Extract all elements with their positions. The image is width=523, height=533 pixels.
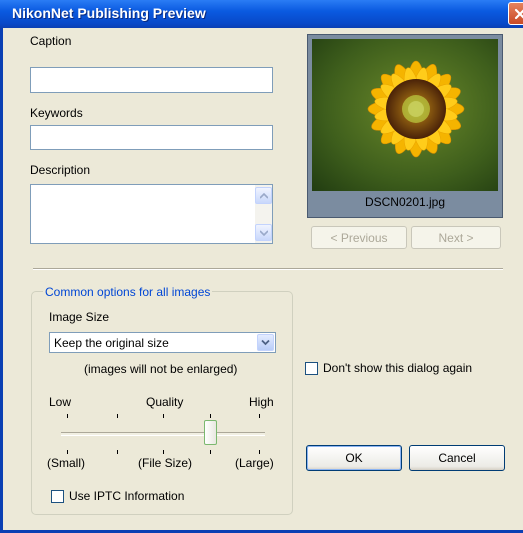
chevron-down-icon [259, 229, 268, 236]
caption-input[interactable] [30, 67, 273, 93]
slider-tick [117, 414, 118, 418]
quality-label: Quality [146, 395, 184, 409]
preview-image [312, 39, 498, 191]
image-size-dropdown-button[interactable] [257, 334, 274, 351]
title-bar[interactable]: NikonNet Publishing Preview [0, 0, 523, 28]
previous-button[interactable]: < Previous [311, 226, 407, 249]
cancel-button[interactable]: Cancel [409, 445, 505, 471]
caption-label: Caption [30, 34, 72, 48]
preview-filename: DSCN0201.jpg [364, 195, 446, 209]
keywords-input[interactable] [30, 125, 273, 150]
dialog-window: NikonNet Publishing Preview Caption Keyw… [0, 0, 523, 533]
slider-tick [163, 414, 164, 418]
slider-tick [163, 450, 164, 454]
image-preview-panel: DSCN0201.jpg [307, 34, 503, 218]
slider-tick [259, 414, 260, 418]
quality-high-label: High [249, 395, 274, 409]
slider-tick [259, 450, 260, 454]
close-icon [514, 8, 523, 19]
separator [33, 268, 503, 270]
window-title: NikonNet Publishing Preview [12, 5, 206, 21]
slider-tick [67, 450, 68, 454]
image-size-selected: Keep the original size [54, 336, 169, 350]
close-button[interactable] [508, 2, 523, 25]
scroll-down-button[interactable] [255, 224, 272, 241]
dont-show-label: Don't show this dialog again [323, 361, 473, 375]
slider-tick [117, 450, 118, 454]
slider-track[interactable] [61, 432, 265, 436]
small-label: (Small) [47, 456, 85, 470]
keywords-label: Keywords [30, 106, 83, 120]
enlarge-note: (images will not be enlarged) [84, 362, 238, 376]
description-label: Description [30, 163, 91, 177]
description-textarea[interactable] [30, 184, 273, 244]
slider-tick [210, 414, 211, 418]
chevron-down-icon [261, 339, 270, 346]
file-size-label: (File Size) [138, 456, 193, 470]
image-size-select[interactable]: Keep the original size [49, 332, 276, 353]
use-iptc-checkbox[interactable] [51, 490, 64, 503]
quality-low-label: Low [49, 395, 72, 409]
large-label: (Large) [235, 456, 274, 470]
dont-show-checkbox[interactable] [305, 362, 318, 375]
next-button[interactable]: Next > [411, 226, 501, 249]
common-options-label: Common options for all images [43, 285, 213, 299]
image-size-label: Image Size [49, 310, 110, 324]
sunflower-image [312, 39, 498, 191]
chevron-up-icon [259, 192, 268, 199]
use-iptc-label: Use IPTC Information [69, 489, 185, 503]
scroll-up-button[interactable] [255, 187, 272, 204]
ok-button[interactable]: OK [306, 445, 402, 471]
slider-tick [67, 414, 68, 418]
slider-thumb[interactable] [204, 420, 217, 445]
slider-tick [210, 450, 211, 454]
description-scrollbar[interactable] [255, 185, 272, 243]
